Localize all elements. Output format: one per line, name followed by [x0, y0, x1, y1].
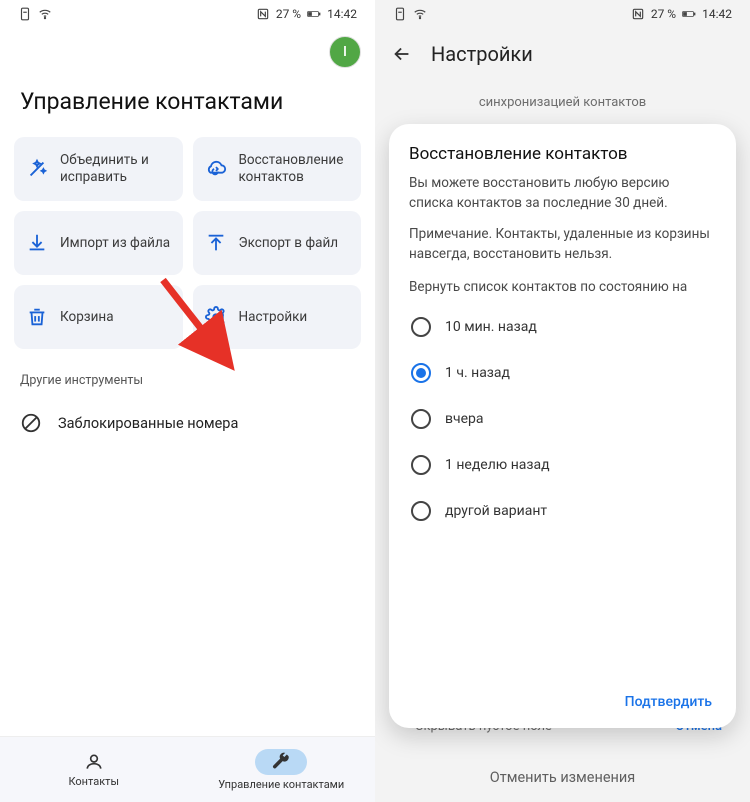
- battery-icon: [307, 7, 321, 21]
- nfc-icon: [631, 7, 645, 21]
- tile-export[interactable]: Экспорт в файл: [193, 211, 362, 275]
- battery-text: 27 %: [276, 7, 301, 21]
- bottom-nav: Контакты Управление контактами: [0, 736, 375, 802]
- dialog-subtitle: Вернуть список контактов по состоянию на: [409, 278, 716, 298]
- settings-title: Настройки: [431, 42, 533, 66]
- nav-contacts[interactable]: Контакты: [0, 737, 188, 802]
- restore-dialog: Восстановление контактов Вы можете восст…: [389, 124, 736, 728]
- wifi-icon: [413, 7, 427, 21]
- nav-label: Контакты: [68, 775, 119, 788]
- statusbar: 27 % 14:42: [375, 0, 750, 28]
- action-grid: Объединить и исправить Восстановление ко…: [0, 137, 375, 349]
- restore-option-label: 10 мин. назад: [445, 319, 537, 335]
- restore-option[interactable]: 1 ч. назад: [409, 350, 716, 396]
- time-text: 14:42: [702, 7, 732, 21]
- dialog-body: Вы можете восстановить любую версию спис…: [409, 174, 716, 213]
- dialog-title: Восстановление контактов: [409, 144, 716, 164]
- back-arrow-icon[interactable]: [391, 43, 413, 65]
- radio-icon: [411, 409, 431, 429]
- restore-option-label: другой вариант: [445, 503, 547, 519]
- trash-icon: [26, 306, 48, 328]
- dialog-note: Примечание. Контакты, удаленные из корзи…: [409, 225, 716, 264]
- time-text: 14:42: [327, 7, 357, 21]
- row-label: Заблокированные номера: [58, 415, 238, 432]
- restore-option-label: вчера: [445, 411, 484, 427]
- radio-icon: [411, 317, 431, 337]
- tile-label: Корзина: [60, 309, 114, 326]
- undo-changes-row[interactable]: Отменить изменения: [375, 769, 750, 786]
- restore-option[interactable]: 10 мин. назад: [409, 304, 716, 350]
- battery-icon: [682, 7, 696, 21]
- person-icon: [84, 752, 104, 772]
- sim-icon: [393, 7, 407, 21]
- phone-left-manage-contacts: 27 % 14:42 I Управление контактами Объед…: [0, 0, 375, 802]
- tile-label: Объединить и исправить: [60, 152, 173, 186]
- wrench-icon: [271, 752, 291, 772]
- radio-icon: [411, 363, 431, 383]
- cloud-sync-icon: [205, 158, 227, 180]
- row-blocked-numbers[interactable]: Заблокированные номера: [0, 400, 375, 446]
- nav-label: Управление контактами: [218, 778, 344, 791]
- tile-import[interactable]: Импорт из файла: [14, 211, 183, 275]
- restore-option-label: 1 ч. назад: [445, 365, 510, 381]
- tile-merge-fix[interactable]: Объединить и исправить: [14, 137, 183, 201]
- tile-label: Восстановление контактов: [239, 152, 352, 186]
- gear-icon: [205, 306, 227, 328]
- restore-option[interactable]: другой вариант: [409, 488, 716, 534]
- confirm-button[interactable]: Подтвердить: [621, 688, 716, 716]
- phone-right-settings: 27 % 14:42 Настройки синхронизацией конт…: [375, 0, 750, 802]
- header-row: I: [0, 28, 375, 68]
- section-other-tools: Другие инструменты: [0, 349, 375, 400]
- wifi-icon: [38, 7, 52, 21]
- restore-option-list: 10 мин. назад 1 ч. назад вчера 1 неделю наз…: [409, 304, 716, 534]
- download-icon: [26, 232, 48, 254]
- settings-header: Настройки: [375, 28, 750, 76]
- restore-option[interactable]: вчера: [409, 396, 716, 442]
- statusbar: 27 % 14:42: [0, 0, 375, 28]
- tile-restore[interactable]: Восстановление контактов: [193, 137, 362, 201]
- tile-label: Настройки: [239, 309, 308, 326]
- nav-manage[interactable]: Управление контактами: [188, 737, 376, 802]
- obscured-row-top: синхронизацией контактов: [375, 94, 750, 112]
- restore-option[interactable]: 1 неделю назад: [409, 442, 716, 488]
- tile-settings[interactable]: Настройки: [193, 285, 362, 349]
- upload-icon: [205, 232, 227, 254]
- radio-icon: [411, 501, 431, 521]
- tile-label: Импорт из файла: [60, 235, 170, 252]
- page-title: Управление контактами: [0, 68, 375, 137]
- tile-label: Экспорт в файл: [239, 235, 339, 252]
- radio-icon: [411, 455, 431, 475]
- block-icon: [20, 412, 42, 434]
- wand-icon: [26, 158, 48, 180]
- avatar[interactable]: I: [329, 36, 361, 68]
- tile-trash[interactable]: Корзина: [14, 285, 183, 349]
- battery-text: 27 %: [651, 7, 676, 21]
- sim-icon: [18, 7, 32, 21]
- nfc-icon: [256, 7, 270, 21]
- restore-option-label: 1 неделю назад: [445, 457, 550, 473]
